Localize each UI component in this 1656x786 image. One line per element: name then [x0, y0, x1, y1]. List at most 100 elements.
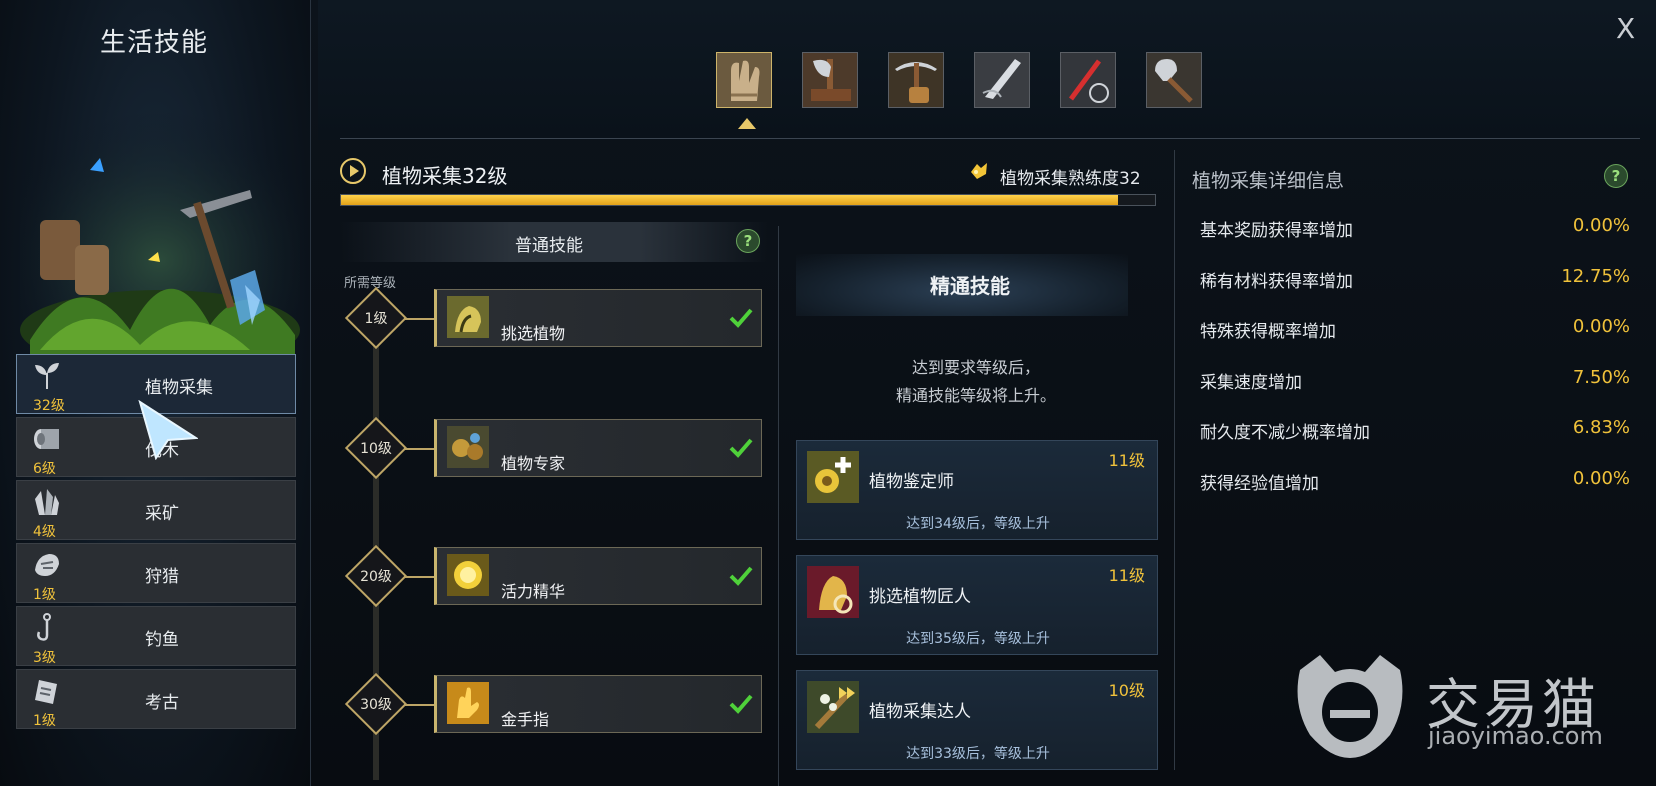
detail-row-label: 稀有材料获得率增加: [1200, 271, 1353, 292]
level-node-text: 20级: [360, 569, 392, 585]
pickaxe-icon: [889, 53, 943, 111]
master-skill-name: 挑选植物匠人: [869, 587, 971, 607]
master-skill-card[interactable]: 植物鉴定师 11级达到34级后，等级上升: [796, 440, 1158, 540]
detail-row-label: 采集速度增加: [1200, 372, 1302, 393]
category-name: 考古: [145, 693, 179, 713]
master-skill-requirement: 达到34级后，等级上升: [906, 516, 1050, 532]
crystal-icon: [31, 487, 63, 517]
master-skill-name: 植物鉴定师: [869, 472, 954, 492]
checkmark-icon: [729, 566, 753, 586]
life-skills-window: 生活技能 32级植物采集 6级 伐木 4级 采矿 1级 狩猎 3级 钓鱼 1级 …: [0, 0, 1656, 786]
tool-tab-5[interactable]: [1060, 52, 1116, 108]
checkmark-icon: [729, 308, 753, 328]
detail-help-icon[interactable]: ?: [1604, 164, 1628, 188]
category-5[interactable]: 3级 钓鱼: [16, 606, 296, 666]
category-name: 钓鱼: [145, 630, 179, 650]
selected-tool-indicator: [738, 118, 756, 129]
category-level: 32级: [33, 398, 65, 414]
scroll-icon: [31, 676, 63, 706]
checkmark-icon: [729, 438, 753, 458]
required-level-label: 所需等级: [344, 276, 397, 291]
master-skills-title: 精通技能: [930, 274, 1010, 298]
skill-name: 植物专家: [501, 454, 566, 473]
level-node: 10级: [344, 416, 408, 480]
master-skill-card[interactable]: 植物采集达人 10级 达到33级后，等级上升: [796, 670, 1158, 770]
plant-expert-icon: [447, 426, 489, 468]
paw-icon: [31, 550, 63, 580]
tool-tab-3[interactable]: [888, 52, 944, 108]
tool-tab-1[interactable]: [716, 52, 772, 108]
level-node-text: 10级: [360, 441, 392, 457]
checkmark-icon: [729, 694, 753, 714]
level-connector: [404, 704, 434, 706]
pick-plant-icon: [447, 296, 489, 338]
detail-row-value: 12.75%: [1561, 265, 1630, 287]
sprout-icon: [31, 361, 63, 391]
normal-help-icon[interactable]: ?: [736, 229, 760, 253]
level-node-text: 1级: [364, 311, 388, 327]
plant-master-icon: [807, 681, 859, 733]
tool-tab-6[interactable]: [1146, 52, 1202, 108]
proficiency-icon: [968, 160, 990, 182]
detail-row-label: 获得经验值增加: [1200, 473, 1319, 494]
close-button[interactable]: X: [1616, 12, 1635, 45]
knife-icon: [975, 53, 1029, 111]
category-level: 1级: [33, 587, 56, 603]
normal-skill-card[interactable]: 金手指: [434, 675, 762, 733]
progress-fill: [341, 195, 1119, 205]
plant-appraiser-icon: [807, 451, 859, 503]
level-connector: [404, 576, 434, 578]
detail-row-value: 0.00%: [1572, 316, 1630, 337]
cursor-pointer-icon: [138, 399, 200, 461]
axe-icon: [803, 53, 857, 111]
master-description-line1: 达到要求等级后，: [911, 358, 1040, 377]
detail-row-label: 基本奖励获得率增加: [1200, 221, 1353, 241]
master-skill-level: 10级: [1108, 681, 1145, 700]
log-icon: [31, 424, 63, 454]
normal-skill-card[interactable]: 挑选植物: [434, 289, 762, 347]
watermark-url: jiaoyimao.com: [1428, 722, 1603, 750]
category-name: 植物采集: [145, 378, 213, 398]
category-level: 3级: [33, 650, 56, 666]
master-skill-requirement: 达到35级后，等级上升: [906, 631, 1050, 647]
level-node: 1级: [344, 286, 408, 350]
skill-level-title: 植物采集32级: [382, 164, 508, 188]
golden-finger-icon: [447, 682, 489, 724]
normal-skill-card[interactable]: 活力精华: [434, 547, 762, 605]
detail-row-value: 0.00%: [1572, 467, 1630, 489]
master-skill-card[interactable]: 挑选植物匠人 11级达到35级后，等级上升: [796, 555, 1158, 655]
panel-title: 生活技能: [100, 28, 209, 58]
gloves-icon: [717, 53, 771, 111]
shovel-icon: [1147, 53, 1201, 111]
master-skill-level: 11级: [1108, 451, 1145, 470]
category-name: 采矿: [145, 504, 179, 524]
proficiency-text: 植物采集熟练度32: [1000, 169, 1141, 189]
normal-skills-title: 普通技能: [515, 236, 583, 256]
detail-row-value: 6.83%: [1572, 417, 1630, 438]
normal-skill-card[interactable]: 植物专家: [434, 419, 762, 477]
level-node-text: 30级: [360, 697, 392, 713]
proficiency-progress-bar: [340, 194, 1156, 206]
column-divider: [1174, 150, 1175, 770]
master-skill-level: 11级: [1108, 566, 1145, 585]
skill-name: 金手指: [501, 710, 550, 729]
category-level: 6级: [33, 461, 56, 477]
category-level: 4级: [33, 524, 56, 540]
detail-row-value: 0.00%: [1572, 215, 1630, 236]
detail-title: 植物采集详细信息: [1192, 170, 1345, 192]
level-connector: [404, 318, 434, 320]
category-6[interactable]: 1级 考古: [16, 669, 296, 729]
tool-tab-2[interactable]: [802, 52, 858, 108]
play-icon[interactable]: [340, 158, 366, 184]
level-connector: [404, 448, 434, 450]
vitality-essence-icon: [447, 554, 489, 596]
category-4[interactable]: 1级 狩猎: [16, 543, 296, 603]
plant-artisan-icon: [807, 566, 859, 618]
detail-row-label: 特殊获得概率增加: [1200, 322, 1336, 342]
skill-name: 挑选植物: [501, 324, 566, 343]
tool-tab-4[interactable]: [974, 52, 1030, 108]
fishhook-icon: [31, 613, 63, 643]
category-3[interactable]: 4级 采矿: [16, 480, 296, 540]
divider: [340, 138, 1640, 139]
skill-name: 活力精华: [501, 582, 566, 601]
